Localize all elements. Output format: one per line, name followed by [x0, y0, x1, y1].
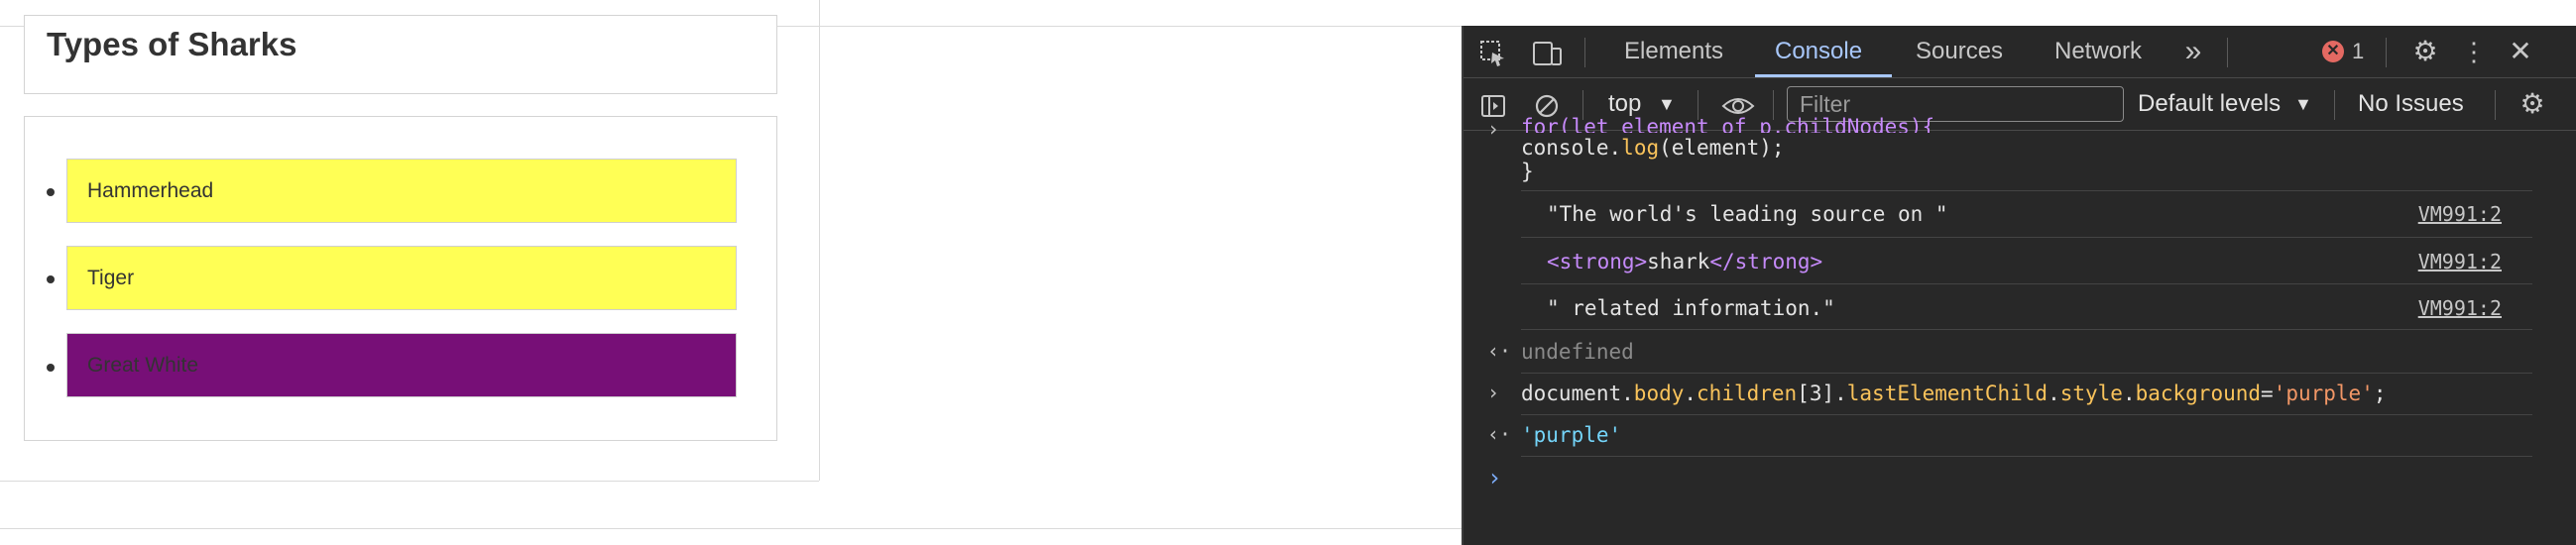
code-text: children [1697, 382, 1798, 405]
code-line-2: console.log(element); [1521, 136, 1785, 160]
shark-item-hammerhead[interactable]: Hammerhead [66, 159, 737, 223]
toolbar-separator [2334, 90, 2335, 120]
devtools-panel: Elements Console Sources Network » ✕ 1 ⚙… [1462, 26, 2576, 545]
shark-item-tiger[interactable]: Tiger [66, 246, 737, 310]
console-log-entry: <strong>shark</strong> [1547, 250, 1822, 273]
shark-list-card: Hammerhead Tiger Great White [24, 116, 777, 441]
toolbar-separator [2227, 38, 2228, 67]
page-title: Types of Sharks [47, 26, 297, 62]
close-icon[interactable]: ✕ [2501, 26, 2540, 77]
code-text: console [1521, 136, 1609, 160]
toolbar-separator [2495, 90, 2496, 120]
title-card: Types of Sharks [24, 15, 777, 94]
error-count[interactable]: 1 [2352, 26, 2364, 77]
settings-gear-icon[interactable]: ⚙ [2405, 26, 2445, 77]
code-text: for(let element of p.childNodes){ [1521, 115, 1935, 133]
row-separator [1521, 283, 2532, 284]
code-text: style [2059, 382, 2123, 405]
active-tab-indicator [1755, 74, 1892, 77]
result-text: 'purple' [1521, 423, 1622, 447]
web-page: Types of Sharks Hammerhead Tiger Great W… [0, 0, 1462, 545]
tab-network[interactable]: Network [2054, 26, 2142, 77]
result-text: undefined [1521, 340, 1634, 364]
row-separator [1521, 329, 2532, 330]
tag-open: <strong> [1547, 250, 1648, 273]
tab-sources[interactable]: Sources [1916, 26, 2003, 77]
toolbar-separator [2386, 38, 2387, 67]
row-separator [1521, 456, 2532, 457]
input-chevron-icon: › [1487, 381, 1500, 404]
code-text: background [2135, 382, 2262, 405]
result-undefined: undefined [1521, 340, 1634, 364]
tag-close: </strong> [1709, 250, 1823, 273]
container-border [0, 481, 819, 482]
input-chevron-icon: › [1487, 117, 1500, 141]
code-text: body [1633, 382, 1685, 405]
code-text: 'purple' [2273, 382, 2374, 405]
tag-content: shark [1647, 250, 1710, 273]
log-levels-dropdown[interactable]: Default levels [2138, 78, 2281, 130]
code-text: [3]. [1797, 382, 1847, 405]
code-text: . [1684, 382, 1698, 405]
bullet-icon [47, 275, 55, 283]
page-divider [0, 528, 1462, 529]
code-text: . [2048, 382, 2060, 405]
source-link[interactable]: VM991:2 [2418, 250, 2502, 273]
code-line-partial: for(let element of p.childNodes){ [1521, 115, 1934, 133]
row-separator [1521, 190, 2532, 191]
tab-console[interactable]: Console [1775, 26, 1862, 77]
code-text: (element); [1659, 136, 1785, 160]
tab-elements[interactable]: Elements [1624, 26, 1723, 77]
return-arrow-icon: ‹· [1487, 339, 1512, 363]
device-toolbar-icon[interactable] [1527, 26, 1567, 77]
result-purple: 'purple' [1521, 423, 1621, 447]
inspect-element-icon[interactable] [1473, 26, 1513, 77]
console-log-entry: " related information." [1547, 296, 1835, 320]
row-separator [1521, 237, 2532, 238]
code-text: lastElementChild [1846, 382, 2049, 405]
bullet-icon [47, 364, 55, 372]
source-link[interactable]: VM991:2 [2418, 202, 2502, 226]
error-icon[interactable]: ✕ [2322, 41, 2344, 62]
code-text: . [2122, 382, 2136, 405]
code-text: = [2261, 382, 2274, 405]
issues-button[interactable]: No Issues [2358, 78, 2464, 130]
devtools-tabbar: Elements Console Sources Network » ✕ 1 ⚙… [1464, 26, 2576, 78]
prompt-chevron-icon[interactable]: › [1487, 464, 1501, 491]
row-separator [1521, 414, 2532, 415]
shark-item-great-white[interactable]: Great White [66, 333, 737, 397]
console-settings-gear-icon[interactable]: ⚙ [2513, 78, 2552, 130]
source-link[interactable]: VM991:2 [2418, 296, 2502, 320]
console-command: document.body.children[3].lastElementChi… [1521, 382, 2387, 405]
code-line-3: } [1521, 160, 1534, 183]
code-text: ; [2373, 382, 2387, 405]
caret-down-icon[interactable]: ▼ [2294, 78, 2312, 130]
toolbar-separator [1584, 38, 1585, 67]
console-input[interactable] [1521, 458, 2513, 497]
console-log-entry: "The world's leading source on " [1547, 202, 1948, 226]
chevron-double-right-icon[interactable]: » [2175, 26, 2211, 77]
more-options-icon[interactable]: ⋮ [2459, 26, 2489, 77]
bullet-icon [47, 188, 55, 196]
container-border [819, 0, 820, 481]
code-text: document. [1521, 382, 1634, 405]
code-text: log [1621, 136, 1660, 160]
row-separator [1521, 373, 2532, 374]
return-arrow-icon: ‹· [1487, 422, 1512, 446]
